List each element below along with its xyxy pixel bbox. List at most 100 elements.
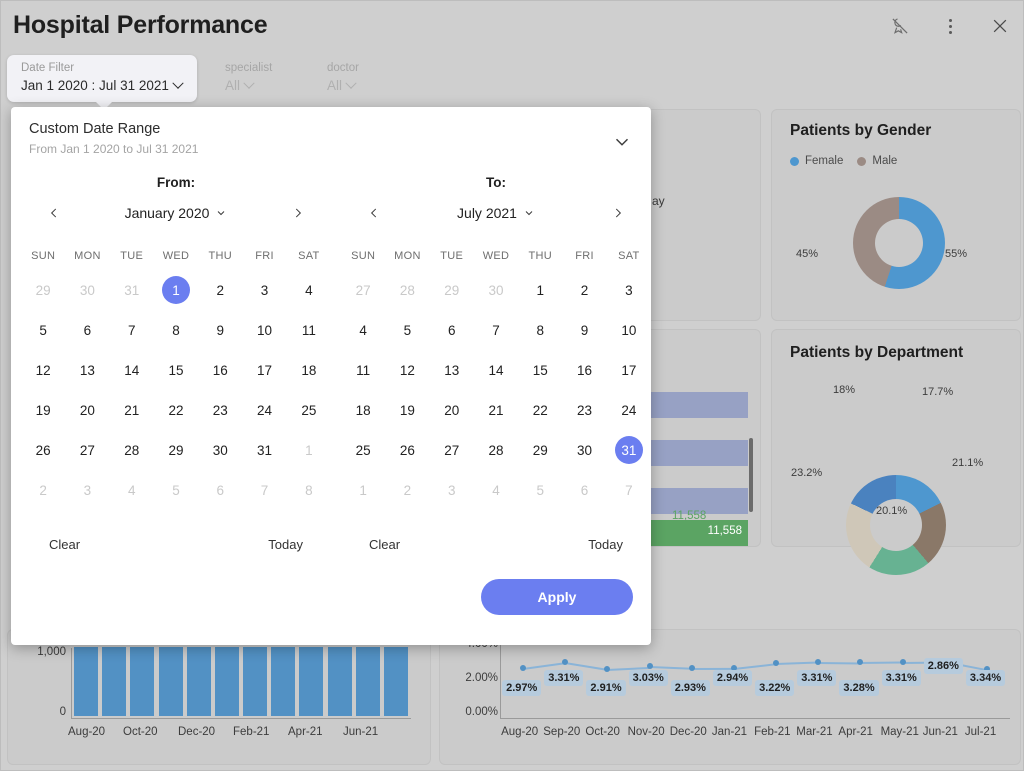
day-cell[interactable]: 22 (154, 390, 198, 430)
day-cell[interactable]: 7 (607, 470, 651, 510)
day-cell[interactable]: 17 (607, 350, 651, 390)
day-cell[interactable]: 21 (110, 390, 154, 430)
day-cell[interactable]: 7 (242, 470, 286, 510)
line-point-May-21[interactable] (899, 658, 906, 665)
day-cell[interactable]: 15 (518, 350, 562, 390)
day-cell[interactable]: 16 (198, 350, 242, 390)
apply-button[interactable]: Apply (481, 579, 633, 615)
day-cell[interactable]: 14 (474, 350, 518, 390)
day-cell[interactable]: 30 (65, 270, 109, 310)
day-cell[interactable]: 29 (21, 270, 65, 310)
day-cell[interactable]: 31 (607, 430, 651, 470)
bar-Apr-21[interactable] (299, 647, 324, 716)
day-cell[interactable]: 30 (562, 430, 606, 470)
day-cell[interactable]: 5 (21, 310, 65, 350)
from-today-button[interactable]: Today (268, 537, 303, 552)
day-cell[interactable]: 24 (242, 390, 286, 430)
day-cell[interactable]: 3 (607, 270, 651, 310)
day-cell[interactable]: 1 (341, 470, 385, 510)
day-cell[interactable]: 31 (242, 430, 286, 470)
day-cell[interactable]: 2 (198, 270, 242, 310)
day-cell[interactable]: 14 (110, 350, 154, 390)
day-cell[interactable]: 8 (287, 470, 331, 510)
day-cell[interactable]: 26 (385, 430, 429, 470)
day-cell[interactable]: 9 (562, 310, 606, 350)
day-cell[interactable]: 20 (430, 390, 474, 430)
day-cell[interactable]: 3 (430, 470, 474, 510)
day-cell[interactable]: 26 (21, 430, 65, 470)
bar-Dec-20[interactable] (186, 647, 211, 716)
day-cell[interactable]: 31 (110, 270, 154, 310)
day-cell[interactable]: 21 (474, 390, 518, 430)
chevron-down-icon[interactable] (611, 131, 633, 153)
day-cell[interactable]: 1 (518, 270, 562, 310)
to-today-button[interactable]: Today (588, 537, 623, 552)
day-cell[interactable]: 5 (518, 470, 562, 510)
legend-item-male[interactable]: Male (857, 155, 897, 167)
prev-month-button[interactable] (43, 202, 65, 224)
day-cell[interactable]: 6 (198, 470, 242, 510)
bar-May-21[interactable] (327, 647, 352, 716)
bar-Jul-21[interactable] (383, 647, 408, 716)
bar-Sep-20[interactable] (102, 647, 127, 716)
day-cell[interactable]: 13 (430, 350, 474, 390)
line-point-Nov-20[interactable] (646, 663, 653, 670)
bar-Nov-20[interactable] (158, 647, 183, 716)
to-month-selector[interactable]: July 2021 (457, 205, 535, 221)
line-point-Apr-21[interactable] (857, 659, 864, 666)
date-filter-chip[interactable]: Date Filter Jan 1 2020 : Jul 31 2021 (7, 55, 197, 110)
bar-Feb-21[interactable] (243, 647, 268, 716)
bookmark-off-icon[interactable] (883, 9, 917, 43)
day-cell[interactable]: 28 (110, 430, 154, 470)
day-cell[interactable]: 1 (287, 430, 331, 470)
line-point-Sep-20[interactable] (562, 658, 569, 665)
bar-Mar-21[interactable] (271, 647, 296, 716)
to-clear-button[interactable]: Clear (369, 537, 400, 552)
specialist-filter-chip[interactable]: specialist All (211, 55, 286, 102)
day-cell[interactable]: 29 (518, 430, 562, 470)
day-cell[interactable]: 4 (110, 470, 154, 510)
day-cell[interactable]: 9 (198, 310, 242, 350)
bar-Oct-20[interactable] (130, 647, 155, 716)
day-cell[interactable]: 2 (562, 270, 606, 310)
day-cell[interactable]: 15 (154, 350, 198, 390)
line-point-Aug-20[interactable] (520, 664, 527, 671)
day-cell[interactable]: 23 (562, 390, 606, 430)
day-cell[interactable]: 16 (562, 350, 606, 390)
line-point-Feb-21[interactable] (773, 660, 780, 667)
day-cell[interactable]: 30 (198, 430, 242, 470)
day-cell[interactable]: 6 (65, 310, 109, 350)
day-cell[interactable]: 2 (21, 470, 65, 510)
day-cell[interactable]: 24 (607, 390, 651, 430)
day-cell[interactable]: 6 (562, 470, 606, 510)
day-cell[interactable]: 4 (287, 270, 331, 310)
day-cell[interactable]: 18 (341, 390, 385, 430)
day-cell[interactable]: 27 (65, 430, 109, 470)
next-month-button[interactable] (607, 202, 629, 224)
day-cell[interactable]: 4 (474, 470, 518, 510)
line-point-Oct-20[interactable] (604, 665, 611, 672)
day-cell[interactable]: 10 (242, 310, 286, 350)
day-cell[interactable]: 25 (341, 430, 385, 470)
from-month-selector[interactable]: January 2020 (125, 205, 228, 221)
day-cell[interactable]: 19 (21, 390, 65, 430)
day-cell[interactable]: 10 (607, 310, 651, 350)
day-cell[interactable]: 22 (518, 390, 562, 430)
day-cell[interactable]: 5 (154, 470, 198, 510)
bar-Jan-21[interactable] (214, 647, 239, 716)
day-cell[interactable]: 7 (474, 310, 518, 350)
prev-month-button[interactable] (363, 202, 385, 224)
day-cell[interactable]: 20 (65, 390, 109, 430)
bar-Aug-20[interactable] (74, 647, 99, 716)
day-cell[interactable]: 25 (287, 390, 331, 430)
from-clear-button[interactable]: Clear (49, 537, 80, 552)
day-cell[interactable]: 29 (430, 270, 474, 310)
day-cell[interactable]: 11 (287, 310, 331, 350)
day-cell[interactable]: 8 (518, 310, 562, 350)
line-point-Dec-20[interactable] (688, 665, 695, 672)
day-cell[interactable]: 12 (385, 350, 429, 390)
table-scrollbar[interactable] (749, 438, 753, 512)
day-cell[interactable]: 28 (385, 270, 429, 310)
day-cell[interactable]: 6 (430, 310, 474, 350)
day-cell[interactable]: 19 (385, 390, 429, 430)
